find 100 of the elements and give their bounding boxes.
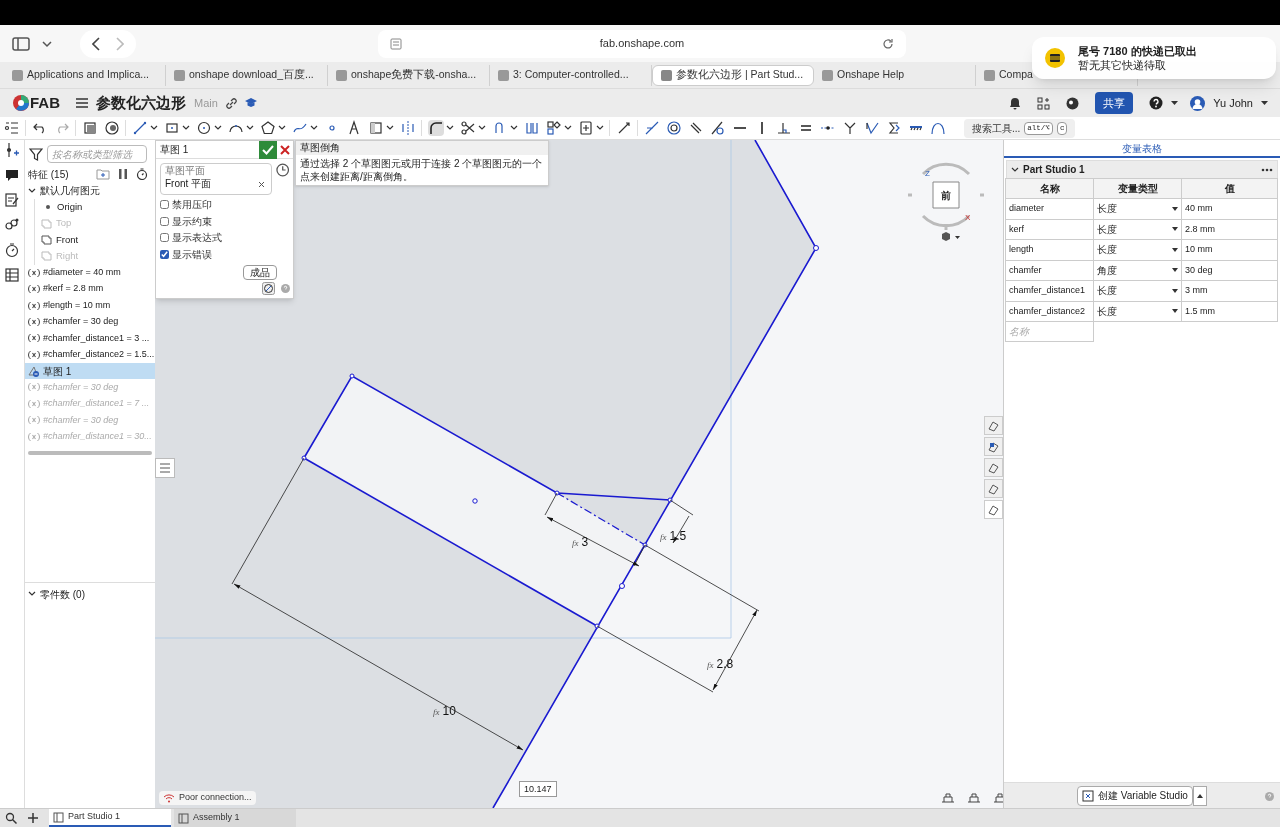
filter-field[interactable]: 按名称或类型筛选 bbox=[47, 145, 147, 163]
measure-icon[interactable] bbox=[941, 792, 955, 804]
mirror-line-icon[interactable] bbox=[400, 120, 416, 136]
browser-tab[interactable]: 参数化六边形 | Part Stud... bbox=[652, 64, 814, 86]
address-bar[interactable]: fab.onshape.com bbox=[378, 29, 906, 58]
dropdown-caret-icon[interactable] bbox=[278, 124, 286, 132]
feature-item[interactable]: #length = 10 mm bbox=[25, 297, 155, 314]
add-tab-icon[interactable] bbox=[27, 812, 39, 824]
browser-tab[interactable]: Onshape Help bbox=[814, 64, 976, 86]
use-tool-icon[interactable] bbox=[368, 120, 384, 136]
dropdown-caret-icon[interactable] bbox=[564, 124, 572, 132]
clock-icon[interactable] bbox=[275, 163, 289, 177]
feature-item[interactable]: #chamfer_distance2 = 1.5... bbox=[25, 346, 155, 363]
document-tab[interactable]: Part Studio 1 bbox=[49, 809, 171, 827]
pattern-tool-icon[interactable] bbox=[546, 120, 562, 136]
bell-icon[interactable] bbox=[1009, 96, 1022, 110]
dropdown-caret-icon[interactable] bbox=[478, 124, 486, 132]
checkbox[interactable] bbox=[160, 249, 169, 259]
table-icon[interactable] bbox=[4, 267, 20, 283]
browser-tab[interactable]: onshape免费下载-onsha... bbox=[328, 64, 490, 86]
panel-tab[interactable]: 变量表格 bbox=[1122, 140, 1162, 156]
help-icon[interactable] bbox=[1149, 96, 1164, 110]
feature-item[interactable]: #diameter = 40 mm bbox=[25, 264, 155, 281]
tree-item[interactable]: Origin bbox=[57, 200, 83, 215]
reload-icon[interactable] bbox=[882, 37, 894, 50]
menu-icon[interactable] bbox=[76, 98, 88, 108]
tangent-icon[interactable] bbox=[710, 120, 726, 136]
feature-list-icon[interactable] bbox=[4, 120, 20, 136]
text-tool-icon[interactable] bbox=[346, 120, 362, 136]
avatar-icon[interactable] bbox=[1190, 95, 1206, 111]
feature-item[interactable]: #chamfer_distance1 = 3 ... bbox=[25, 330, 155, 347]
view-cube-face[interactable]: 前 bbox=[941, 188, 951, 203]
feature-item[interactable]: #kerf = 2.8 mm bbox=[25, 280, 155, 298]
link-icon[interactable] bbox=[225, 97, 237, 109]
create-variable-studio-button[interactable]: 创建 Variable Studio bbox=[1077, 785, 1193, 806]
dropdown-caret-icon[interactable] bbox=[1192, 785, 1207, 806]
curvature-icon[interactable] bbox=[930, 120, 946, 136]
checkbox[interactable] bbox=[160, 200, 169, 210]
cube-view-icon[interactable] bbox=[940, 231, 962, 243]
connection-status[interactable]: Poor connection... bbox=[159, 791, 256, 805]
scrollbar[interactable] bbox=[28, 450, 152, 455]
parts-icon[interactable] bbox=[4, 217, 20, 233]
stopwatch-icon[interactable] bbox=[136, 168, 148, 180]
sketch-plane-field[interactable]: 草图平面 Front 平面 bbox=[160, 163, 272, 195]
dropdown-caret-icon[interactable] bbox=[386, 124, 394, 132]
tree-item[interactable]: Front bbox=[56, 232, 79, 248]
apps-icon[interactable] bbox=[1037, 96, 1051, 110]
perpendicular-icon[interactable] bbox=[776, 120, 792, 136]
sketch-settings-icon[interactable] bbox=[262, 282, 275, 295]
finish-button[interactable]: 成品 bbox=[243, 265, 277, 280]
more-icon[interactable] bbox=[1261, 167, 1273, 172]
checkbox[interactable] bbox=[160, 216, 169, 226]
scissors-icon[interactable] bbox=[460, 120, 476, 136]
new-folder-icon[interactable] bbox=[96, 168, 110, 180]
share-button[interactable]: 共享 bbox=[1095, 92, 1134, 114]
concentric-icon[interactable] bbox=[666, 120, 682, 136]
fillet-tool-icon[interactable] bbox=[428, 120, 444, 136]
dropdown-caret-icon[interactable] bbox=[446, 124, 454, 132]
dropdown-caret-icon[interactable] bbox=[214, 124, 222, 132]
clear-icon[interactable] bbox=[257, 180, 265, 188]
list-toggle-icon[interactable] bbox=[155, 458, 175, 478]
browser-tab[interactable]: Applications and Implica... bbox=[4, 64, 166, 86]
logo-icon[interactable] bbox=[12, 94, 30, 112]
dropdown-caret-icon[interactable] bbox=[596, 124, 604, 132]
chevron-down-icon[interactable] bbox=[42, 39, 52, 48]
coincident-icon[interactable] bbox=[644, 120, 660, 136]
dimension-label[interactable]: fx 2.8 bbox=[707, 655, 734, 673]
transform-tool-icon[interactable] bbox=[578, 120, 594, 136]
name-input-field[interactable]: 名称 bbox=[1005, 321, 1094, 342]
browser-tab[interactable]: onshape download_百度... bbox=[166, 64, 328, 86]
polygon-tool-icon[interactable] bbox=[260, 120, 276, 136]
notification-card[interactable]: 尾号 7180 的快递已取出 暂无其它快递待取 bbox=[1032, 37, 1276, 79]
dropdown-caret-icon[interactable] bbox=[246, 124, 254, 132]
chevron-down-icon[interactable] bbox=[1011, 165, 1019, 174]
symmetric-icon[interactable] bbox=[886, 120, 902, 136]
graduation-cap-icon[interactable] bbox=[244, 98, 257, 108]
back-icon[interactable] bbox=[92, 36, 100, 51]
slot-tool-icon[interactable] bbox=[616, 120, 632, 136]
normal-icon[interactable] bbox=[842, 120, 858, 136]
accept-icon[interactable] bbox=[259, 140, 277, 159]
feature-item[interactable]: 草图 1 bbox=[25, 362, 155, 380]
stopwatch-icon[interactable] bbox=[4, 242, 20, 258]
add-feature-icon[interactable] bbox=[4, 142, 20, 158]
line-tool-icon[interactable] bbox=[132, 120, 148, 136]
circle-tool-icon[interactable] bbox=[196, 120, 212, 136]
dimension-label[interactable]: fx 1.5 bbox=[660, 527, 687, 545]
search-views-icon[interactable] bbox=[5, 812, 19, 824]
filter-icon[interactable] bbox=[29, 147, 43, 161]
dropdown-caret-icon[interactable] bbox=[510, 124, 518, 132]
checkbox[interactable] bbox=[160, 233, 169, 243]
dimension-label[interactable]: fx 10 bbox=[433, 702, 456, 720]
caret-icon[interactable] bbox=[1261, 101, 1268, 105]
render-mode-icon[interactable] bbox=[984, 416, 1003, 435]
pierce-icon[interactable] bbox=[864, 120, 880, 136]
parts-header[interactable]: 零件数 (0) bbox=[40, 586, 85, 602]
parallel-icon[interactable] bbox=[688, 120, 704, 136]
dropdown-caret-icon[interactable] bbox=[150, 124, 158, 132]
dropdown-caret-icon[interactable] bbox=[310, 124, 318, 132]
browser-tab[interactable]: 3: Computer-controlled... bbox=[490, 64, 652, 86]
pause-icon[interactable] bbox=[118, 169, 128, 179]
